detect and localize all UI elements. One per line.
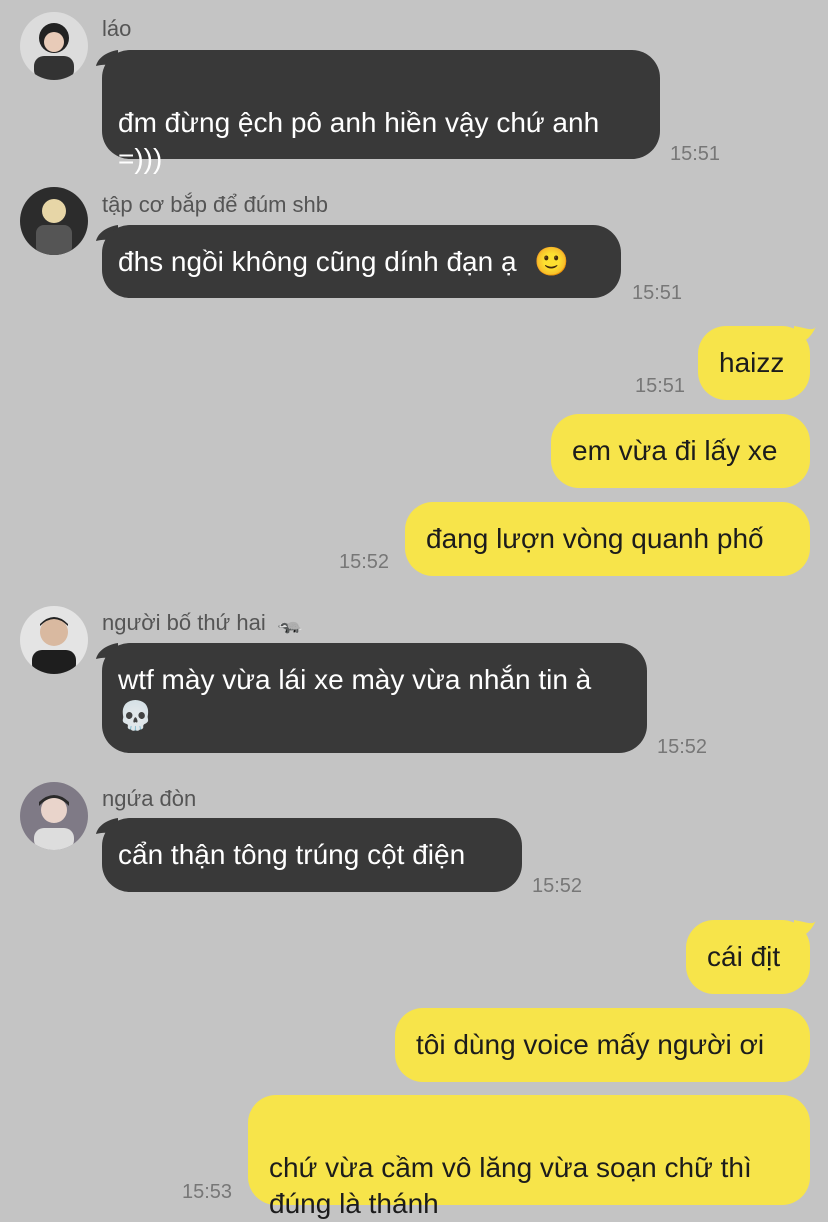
message-bubble-outgoing[interactable]: haizz	[698, 326, 810, 400]
message-bubble-incoming[interactable]: đm đừng ệch pô anh hiền vậy chứ anh =)))	[102, 50, 660, 174]
message-time: 15:51	[670, 143, 721, 165]
message-text: đang lượn vòng quanh phố	[426, 523, 764, 554]
avatar[interactable]	[20, 187, 88, 255]
message-text: chứ vừa cầm vô lăng vừa soạn chữ thì đún…	[269, 1152, 752, 1219]
slight-smile-emoji: 🙂	[534, 246, 570, 277]
sender-name: láo	[102, 16, 132, 41]
message-text: haizz	[719, 347, 785, 378]
message-bubble-outgoing[interactable]: đang lượn vòng quanh phố	[405, 502, 810, 576]
message-bubble-outgoing[interactable]: em vừa đi lấy xe	[551, 414, 810, 488]
message-text: đhs ngồi không cũng dính đạn ạ	[118, 246, 517, 277]
message-text: tôi dùng voice mấy người ơi	[416, 1029, 765, 1060]
message-time: 15:52	[657, 736, 708, 758]
badger-emoji: 🦡	[277, 613, 303, 635]
avatar[interactable]	[20, 606, 88, 674]
message-text: đm đừng ệch pô anh hiền vậy chứ anh =)))	[118, 107, 600, 174]
message-bubble-outgoing[interactable]: cái địt	[686, 920, 810, 994]
message-text: wtf mày vừa lái xe mày vừa nhắn tin à	[118, 664, 592, 695]
message-bubble-incoming[interactable]: cẩn thận tông trúng cột điện	[102, 818, 522, 892]
message-time: 15:53	[182, 1181, 233, 1203]
message-text: em vừa đi lấy xe	[572, 435, 778, 466]
avatar[interactable]	[20, 12, 88, 80]
message-text: cái địt	[707, 941, 781, 972]
message-text: cẩn thận tông trúng cột điện	[118, 839, 466, 870]
avatar[interactable]	[20, 782, 88, 850]
sender-name: người bố thứ hai 🦡	[102, 610, 303, 636]
message-bubble-incoming[interactable]: wtf mày vừa lái xe mày vừa nhắn tin à 💀	[102, 643, 647, 753]
message-bubble-outgoing[interactable]: tôi dùng voice mấy người ơi	[395, 1008, 810, 1082]
message-time: 15:52	[532, 875, 583, 897]
message-time: 15:52	[339, 551, 390, 573]
message-bubble-outgoing[interactable]: chứ vừa cầm vô lăng vừa soạn chữ thì đún…	[248, 1095, 810, 1219]
skull-emoji: 💀	[118, 700, 153, 731]
sender-name: tập cơ bắp để đúm shb	[102, 192, 329, 217]
message-bubble-incoming[interactable]: đhs ngồi không cũng dính đạn ạ 🙂	[102, 225, 621, 298]
sender-name-text: người bố thứ hai	[102, 610, 266, 635]
message-time: 15:51	[635, 375, 686, 397]
sender-name: ngứa đòn	[102, 786, 197, 811]
message-time: 15:51	[632, 282, 683, 304]
